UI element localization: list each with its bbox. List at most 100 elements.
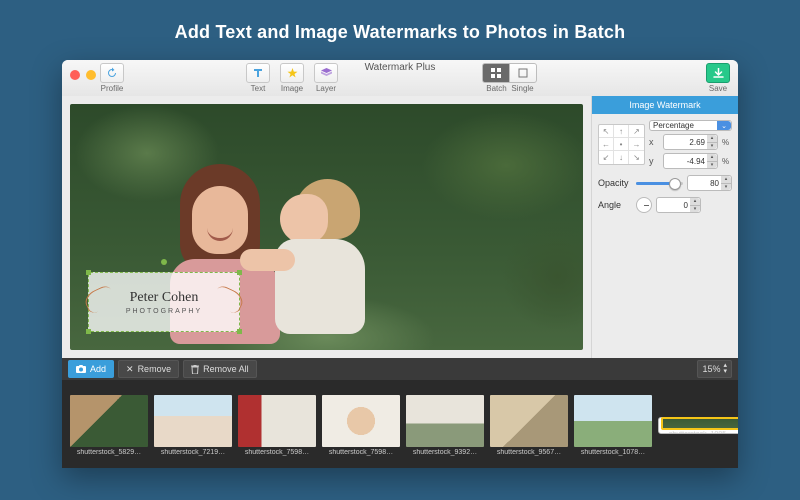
add-button[interactable]: Add xyxy=(68,360,114,378)
opacity-slider[interactable] xyxy=(636,182,683,185)
x-label: x xyxy=(649,137,659,147)
thumbnail-image xyxy=(70,395,148,447)
minimize-icon[interactable] xyxy=(86,70,96,80)
angle-dial[interactable] xyxy=(636,197,652,213)
thumbnail-label: shutterstock_7219… xyxy=(154,449,232,456)
single-label: Single xyxy=(510,84,536,93)
watermark-name: Peter Cohen xyxy=(130,290,199,306)
grid-icon xyxy=(491,68,501,78)
y-label: y xyxy=(649,156,659,166)
y-unit: % xyxy=(722,157,729,166)
layers-icon xyxy=(321,68,332,79)
unit-select[interactable]: Percentage ⌄ xyxy=(649,120,732,131)
rotate-handle[interactable] xyxy=(161,259,167,265)
trash-icon xyxy=(191,365,199,374)
image-label: Image xyxy=(281,84,303,93)
thumbnail-item[interactable]: shutterstock_1085… xyxy=(658,417,738,434)
save-label: Save xyxy=(709,84,727,93)
thumbnail-label: shutterstock_9392… xyxy=(406,449,484,456)
thumbnail-item[interactable]: shutterstock_1078… xyxy=(574,395,652,456)
unit-value: Percentage xyxy=(653,121,694,130)
properties-panel: Image Watermark ↖↑↗←•→↙↓↘ Percentage ⌄ xyxy=(591,96,738,358)
square-icon xyxy=(518,68,528,78)
stepper-down-icon[interactable]: ▾ xyxy=(721,184,731,191)
image-button[interactable]: Image xyxy=(276,63,308,93)
thumbnail-strip: shutterstock_5829… shutterstock_7219… shut… xyxy=(62,380,738,468)
profile-label: Profile xyxy=(101,84,124,93)
x-icon: ✕ xyxy=(126,364,134,375)
x-unit: % xyxy=(722,138,729,147)
remove-button[interactable]: ✕ Remove xyxy=(118,360,179,378)
photo-subject-child xyxy=(270,179,390,339)
thumbnail-label: shutterstock_7598… xyxy=(238,449,316,456)
add-label: Add xyxy=(90,364,106,374)
thumbnail-item[interactable]: shutterstock_5829… xyxy=(70,395,148,456)
single-mode[interactable] xyxy=(509,63,537,83)
download-icon xyxy=(713,68,724,79)
thumbnail-label: shutterstock_5829… xyxy=(70,449,148,456)
thumbnail-item[interactable]: shutterstock_9567… xyxy=(490,395,568,456)
star-icon xyxy=(287,68,298,79)
resize-handle-sw[interactable] xyxy=(86,329,91,334)
mode-toggle[interactable] xyxy=(482,63,537,83)
stepper-up-icon[interactable]: ▴ xyxy=(721,176,731,184)
thumbnail-item[interactable]: shutterstock_9392… xyxy=(406,395,484,456)
thumbnail-item[interactable]: shutterstock_7598… xyxy=(238,395,316,456)
thumbnail-label: shutterstock_7598… xyxy=(322,449,400,456)
thumbnail-image xyxy=(574,395,652,447)
thumbnail-label: shutterstock_1078… xyxy=(574,449,652,456)
promo-headline: Add Text and Image Watermarks to Photos … xyxy=(0,0,800,57)
text-label: Text xyxy=(251,84,266,93)
stepper-down-icon[interactable]: ▾ xyxy=(707,143,717,150)
resize-handle-ne[interactable] xyxy=(237,270,242,275)
stepper-up-icon[interactable]: ▴ xyxy=(690,198,700,206)
batch-label: Batch xyxy=(484,84,510,93)
layer-button[interactable]: Layer xyxy=(310,63,342,93)
refresh-icon xyxy=(106,67,118,79)
resize-handle-se[interactable] xyxy=(237,329,242,334)
window-title: Watermark Plus xyxy=(62,62,738,73)
zoom-select[interactable]: 15% ▴▾ xyxy=(697,360,732,378)
text-icon xyxy=(253,68,263,78)
thumbnail-image xyxy=(322,395,400,447)
action-bar: Add ✕ Remove Remove All 15% ▴▾ xyxy=(62,358,738,380)
layer-label: Layer xyxy=(316,84,336,93)
text-button[interactable]: Text xyxy=(242,63,274,93)
thumbnail-image xyxy=(490,395,568,447)
thumbnail-label: shutterstock_9567… xyxy=(490,449,568,456)
opacity-input[interactable]: 80▴▾ xyxy=(687,175,732,191)
thumbnail-image xyxy=(238,395,316,447)
stepper-up-icon[interactable]: ▴ xyxy=(707,154,717,162)
thumbnail-item[interactable]: shutterstock_7598… xyxy=(322,395,400,456)
opacity-label: Opacity xyxy=(598,178,632,188)
x-input[interactable]: 2.69▴▾ xyxy=(663,134,718,150)
camera-icon xyxy=(76,365,86,373)
zoom-value: 15% xyxy=(702,364,720,374)
thumbnail-item[interactable]: shutterstock_7219… xyxy=(154,395,232,456)
stepper-down-icon[interactable]: ▾ xyxy=(707,162,717,169)
position-grid[interactable]: ↖↑↗←•→↙↓↘ xyxy=(598,124,645,165)
stepper-up-icon[interactable]: ▴ xyxy=(707,135,717,143)
y-input[interactable]: -4.94▴▾ xyxy=(663,153,718,169)
thumbnail-image xyxy=(154,395,232,447)
resize-handle-nw[interactable] xyxy=(86,270,91,275)
thumbnail-image xyxy=(406,395,484,447)
watermark-subtitle: PHOTOGRAPHY xyxy=(126,308,202,315)
save-button[interactable]: Save xyxy=(706,63,730,93)
batch-mode[interactable] xyxy=(482,63,510,83)
preview-image[interactable]: Peter Cohen PHOTOGRAPHY xyxy=(70,104,583,350)
remove-all-label: Remove All xyxy=(203,364,249,374)
chevron-down-icon: ⌄ xyxy=(717,121,731,130)
stepper-down-icon[interactable]: ▾ xyxy=(690,206,700,213)
close-icon[interactable] xyxy=(70,70,80,80)
angle-input[interactable]: 0▴▾ xyxy=(656,197,701,213)
app-window: Watermark Plus Profile Text Image Layer xyxy=(62,60,738,468)
profile-button[interactable]: Profile xyxy=(100,63,124,93)
thumbnail-image xyxy=(662,418,738,429)
thumbnail-label: shutterstock_1085… xyxy=(662,431,738,433)
angle-label: Angle xyxy=(598,200,632,210)
chevron-updown-icon: ▴▾ xyxy=(723,363,727,375)
remove-all-button[interactable]: Remove All xyxy=(183,360,257,378)
watermark-overlay[interactable]: Peter Cohen PHOTOGRAPHY xyxy=(88,272,240,332)
titlebar: Watermark Plus Profile Text Image Layer xyxy=(62,60,738,97)
